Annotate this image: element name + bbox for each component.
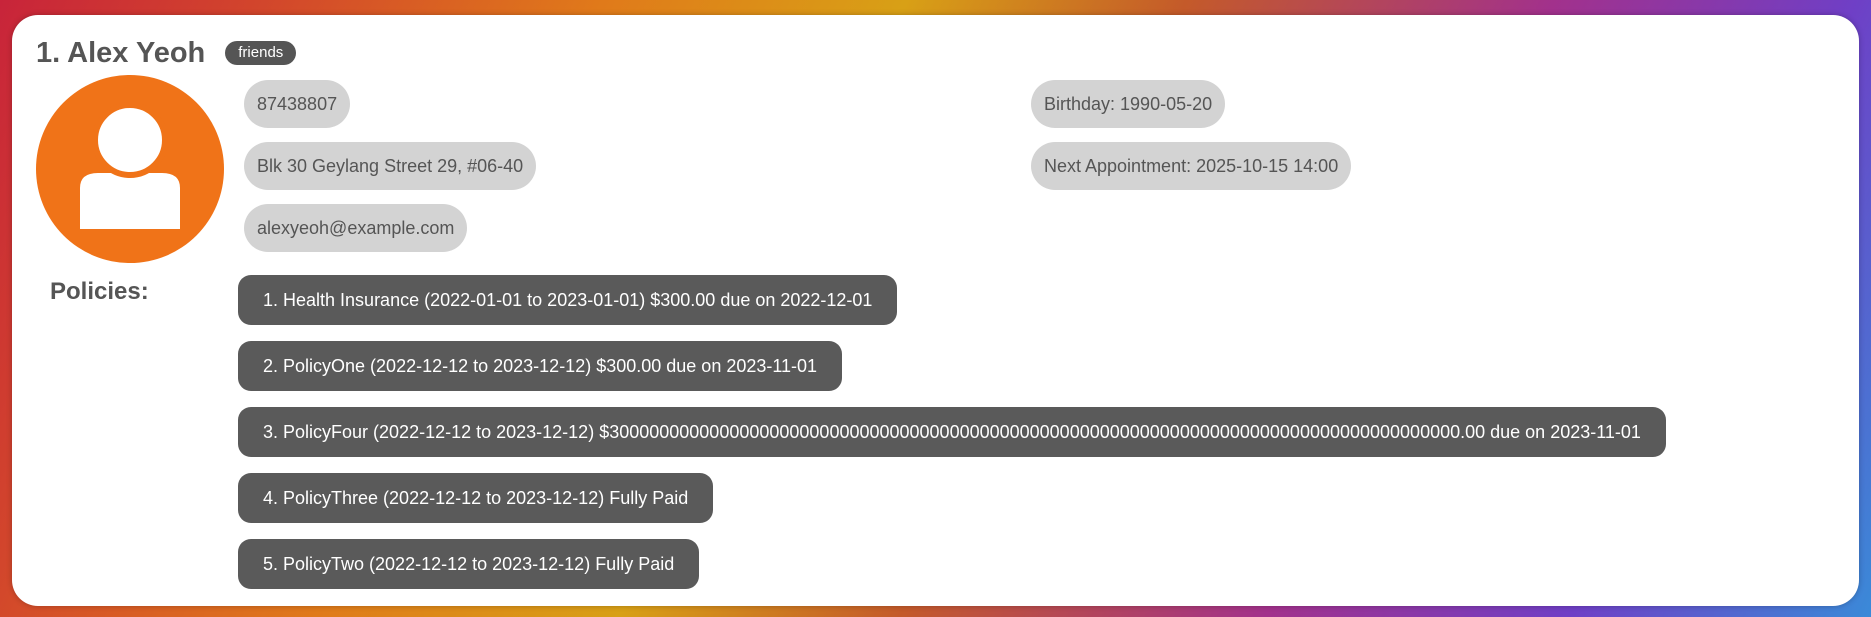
person-card[interactable]: 1. Alex Yeoh friends 87438807 Blk 30 Gey… (12, 15, 1859, 606)
avatar (36, 75, 224, 263)
policy-item[interactable]: 3. PolicyFour (2022-12-12 to 2023-12-12)… (238, 407, 1666, 457)
policy-item[interactable]: 4. PolicyThree (2022-12-12 to 2023-12-12… (238, 473, 714, 523)
phone-field: 87438807 (244, 80, 351, 128)
email-field: alexyeoh@example.com (244, 204, 468, 252)
birthday-field: Birthday: 1990-05-20 (1031, 80, 1226, 128)
policy-item[interactable]: 5. PolicyTwo (2022-12-12 to 2023-12-12) … (238, 539, 700, 589)
policy-item[interactable]: 1. Health Insurance (2022-01-01 to 2023-… (238, 275, 898, 325)
address-field: Blk 30 Geylang Street 29, #06-40 (244, 142, 537, 190)
person-name: 1. Alex Yeoh (36, 36, 206, 69)
policy-item[interactable]: 2. PolicyOne (2022-12-12 to 2023-12-12) … (238, 341, 843, 391)
tag-badge: friends (225, 41, 297, 65)
next-appointment-field: Next Appointment: 2025-10-15 14:00 (1031, 142, 1352, 190)
user-icon (36, 75, 224, 263)
policies-label: Policies: (50, 278, 149, 305)
name-row: 1. Alex Yeoh friends (36, 35, 297, 71)
